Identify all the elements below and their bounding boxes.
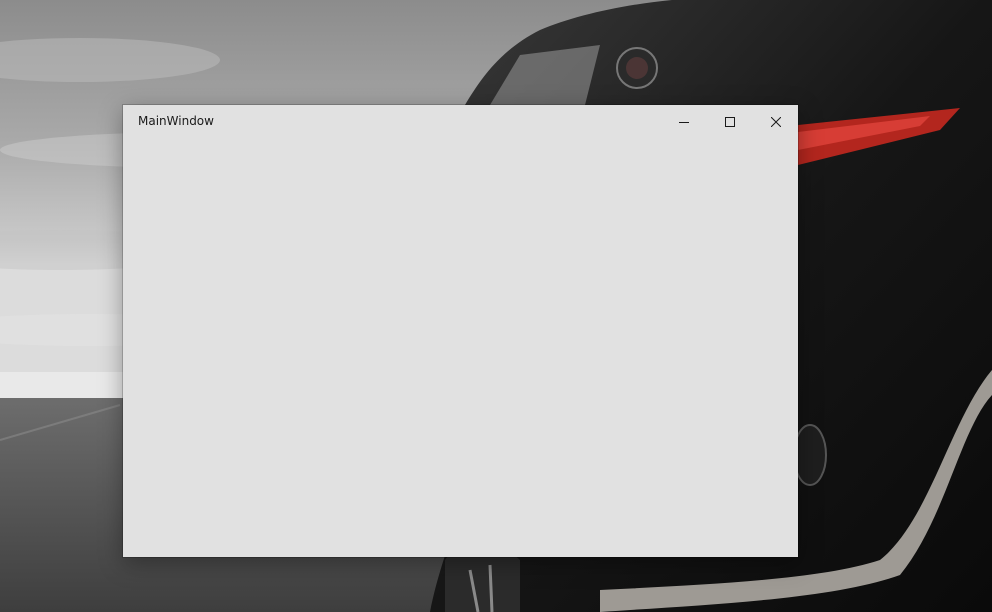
maximize-icon: [725, 112, 735, 131]
window-content-area: [123, 137, 798, 557]
minimize-button[interactable]: [661, 105, 707, 137]
main-window: MainWindow: [123, 105, 798, 557]
title-bar[interactable]: MainWindow: [123, 105, 798, 137]
maximize-button[interactable]: [707, 105, 753, 137]
minimize-icon: [679, 112, 689, 131]
window-title: MainWindow: [138, 114, 214, 128]
desktop: MainWindow: [0, 0, 992, 612]
close-icon: [770, 112, 782, 131]
close-button[interactable]: [753, 105, 799, 137]
